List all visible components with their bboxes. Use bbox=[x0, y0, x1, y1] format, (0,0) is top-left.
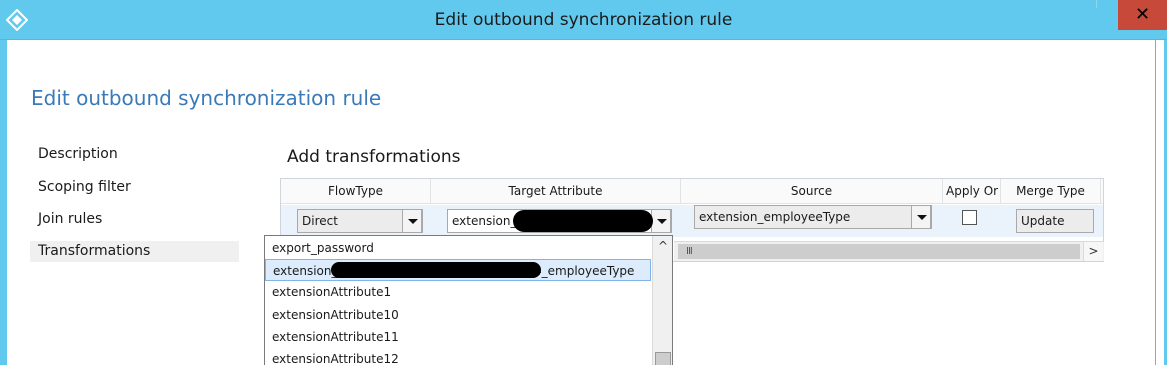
column-header-source[interactable]: Source bbox=[681, 179, 943, 204]
window-frame-left bbox=[0, 40, 7, 365]
list-item[interactable]: extensionAttribute11 bbox=[265, 326, 651, 348]
list-item[interactable]: extensionAttribute12 bbox=[265, 348, 651, 365]
target-attribute-value: extension_ bbox=[452, 214, 517, 228]
flowtype-value: Direct bbox=[302, 214, 338, 228]
page-title: Edit outbound synchronization rule bbox=[31, 86, 382, 110]
merge-type-value: Update bbox=[1021, 214, 1065, 228]
nav-item-transformations[interactable]: Transformations bbox=[30, 241, 239, 262]
dropdown-scroll-thumb[interactable] bbox=[655, 352, 671, 365]
source-select[interactable]: extension_employeeType bbox=[694, 205, 932, 229]
nav-item-scoping-filter[interactable]: Scoping filter bbox=[38, 179, 131, 195]
chevron-right-icon: > bbox=[1088, 244, 1099, 258]
close-icon: ✕ bbox=[1134, 4, 1151, 25]
list-item-suffix: 4_employeeType bbox=[534, 264, 635, 278]
merge-type-select[interactable]: Update bbox=[1016, 209, 1094, 233]
grid-header: FlowType Target Attribute Source Apply O… bbox=[281, 179, 1103, 204]
apply-once-checkbox[interactable] bbox=[962, 210, 977, 225]
scroll-grip-icon: III bbox=[686, 246, 693, 257]
scroll-right-button[interactable]: > bbox=[1083, 242, 1103, 261]
dropdown-vertical-scrollbar[interactable]: ^ bbox=[652, 236, 672, 365]
scroll-thumb[interactable]: III bbox=[678, 244, 1080, 259]
content-scroll-edge bbox=[1155, 40, 1156, 365]
chevron-down-icon[interactable] bbox=[651, 210, 671, 232]
close-button[interactable]: ✕ bbox=[1118, 0, 1167, 30]
titlebar-divider bbox=[1096, 0, 1097, 8]
list-item[interactable]: extensionAttribute10 bbox=[265, 304, 651, 326]
section-heading: Add transformations bbox=[287, 147, 461, 167]
column-header-merge-type[interactable]: Merge Type bbox=[1001, 179, 1101, 204]
redaction-mark bbox=[331, 262, 541, 278]
column-header-target-attribute[interactable]: Target Attribute bbox=[431, 179, 681, 204]
nav-item-join-rules[interactable]: Join rules bbox=[38, 211, 102, 227]
column-header-apply-once[interactable]: Apply Or bbox=[943, 179, 1001, 204]
column-header-flowtype[interactable]: FlowType bbox=[281, 179, 431, 204]
list-item[interactable]: extensionAttribute1 bbox=[265, 281, 651, 303]
source-value: extension_employeeType bbox=[699, 210, 851, 224]
target-attribute-dropdown-list: export_password extension_ 4_employeeType… bbox=[264, 235, 673, 365]
list-item[interactable]: export_password bbox=[265, 237, 651, 259]
flowtype-select[interactable]: Direct bbox=[297, 209, 423, 233]
window-title: Edit outbound synchronization rule bbox=[434, 10, 733, 30]
list-item-label: extension_ bbox=[273, 264, 338, 278]
chevron-down-icon[interactable] bbox=[911, 206, 931, 228]
nav-item-description[interactable]: Description bbox=[38, 146, 118, 162]
chevron-up-icon[interactable]: ^ bbox=[653, 236, 672, 256]
chevron-down-icon[interactable] bbox=[402, 210, 422, 232]
title-bar: Edit outbound synchronization rule bbox=[0, 0, 1167, 40]
grid-horizontal-scrollbar[interactable]: III > bbox=[674, 241, 1104, 261]
redaction-mark bbox=[513, 210, 653, 232]
